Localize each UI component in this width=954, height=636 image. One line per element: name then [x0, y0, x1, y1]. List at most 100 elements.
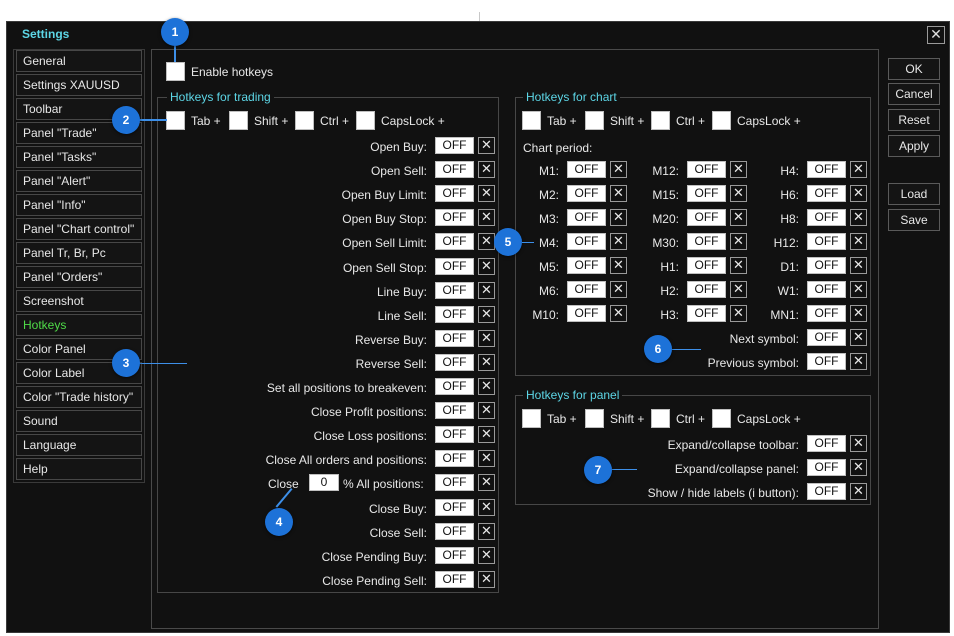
chart-period-h2-clear-button[interactable]: ✕: [730, 281, 747, 298]
reset-button[interactable]: Reset: [888, 109, 940, 131]
sidebar-item-sound[interactable]: Sound: [16, 410, 142, 432]
sidebar-item-screenshot[interactable]: Screenshot: [16, 290, 142, 312]
next-symbol-clear-button[interactable]: ✕: [850, 329, 867, 346]
enable-hotkeys-checkbox[interactable]: [166, 62, 185, 81]
chart-period-mn1-clear-button[interactable]: ✕: [850, 305, 867, 322]
chart-period-h8-off-value[interactable]: OFF: [807, 209, 846, 226]
panel-row-1-clear-button[interactable]: ✕: [850, 459, 867, 476]
previous-symbol-clear-button[interactable]: ✕: [850, 353, 867, 370]
sidebar-item-settings-xauusd[interactable]: Settings XAUUSD: [16, 74, 142, 96]
panel-mod-shift-checkbox[interactable]: [585, 409, 604, 428]
sidebar-item-language[interactable]: Language: [16, 434, 142, 456]
trading-row-8-clear-button[interactable]: ✕: [478, 330, 495, 347]
chart-period-d1-clear-button[interactable]: ✕: [850, 257, 867, 274]
trading-row-10-clear-button[interactable]: ✕: [478, 378, 495, 395]
chart-period-h2-off-value[interactable]: OFF: [687, 281, 726, 298]
trading-row-18-clear-button[interactable]: ✕: [478, 571, 495, 588]
chart-period-h4-off-value[interactable]: OFF: [807, 161, 846, 178]
panel-mod-tab-checkbox[interactable]: [522, 409, 541, 428]
chart-mod-capslock-checkbox[interactable]: [712, 111, 731, 130]
trading-row-13-clear-button[interactable]: ✕: [478, 450, 495, 467]
chart-period-m10-clear-button[interactable]: ✕: [610, 305, 627, 322]
trading-row-11-clear-button[interactable]: ✕: [478, 402, 495, 419]
trading-mod-tab-checkbox[interactable]: [166, 111, 185, 130]
chart-period-h6-clear-button[interactable]: ✕: [850, 185, 867, 202]
chart-period-m30-clear-button[interactable]: ✕: [730, 233, 747, 250]
chart-mod-shift-checkbox[interactable]: [585, 111, 604, 130]
trading-row-17-off-value[interactable]: OFF: [435, 547, 474, 564]
trading-row-12-clear-button[interactable]: ✕: [478, 426, 495, 443]
trading-row-0-off-value[interactable]: OFF: [435, 137, 474, 154]
chart-period-m4-off-value[interactable]: OFF: [567, 233, 606, 250]
chart-period-m3-off-value[interactable]: OFF: [567, 209, 606, 226]
trading-row-11-off-value[interactable]: OFF: [435, 402, 474, 419]
chart-period-m4-clear-button[interactable]: ✕: [610, 233, 627, 250]
trading-row-17-clear-button[interactable]: ✕: [478, 547, 495, 564]
sidebar-item-panel-tasks[interactable]: Panel "Tasks": [16, 146, 142, 168]
close-window-button[interactable]: ✕: [927, 26, 945, 44]
chart-period-m20-off-value[interactable]: OFF: [687, 209, 726, 226]
trading-row-14-off-value[interactable]: OFF: [435, 474, 474, 491]
chart-period-h3-clear-button[interactable]: ✕: [730, 305, 747, 322]
load-button[interactable]: Load: [888, 183, 940, 205]
chart-period-m1-off-value[interactable]: OFF: [567, 161, 606, 178]
save-button[interactable]: Save: [888, 209, 940, 231]
chart-period-h12-off-value[interactable]: OFF: [807, 233, 846, 250]
trading-row-14-clear-button[interactable]: ✕: [478, 474, 495, 491]
sidebar-item-color-trade-history[interactable]: Color "Trade history": [16, 386, 142, 408]
trading-row-8-off-value[interactable]: OFF: [435, 330, 474, 347]
chart-period-mn1-off-value[interactable]: OFF: [807, 305, 846, 322]
chart-period-m30-off-value[interactable]: OFF: [687, 233, 726, 250]
trading-row-2-off-value[interactable]: OFF: [435, 185, 474, 202]
next-symbol-off-value[interactable]: OFF: [807, 329, 846, 346]
sidebar-item-panel-chart-control[interactable]: Panel "Chart control": [16, 218, 142, 240]
panel-row-0-clear-button[interactable]: ✕: [850, 435, 867, 452]
previous-symbol-off-value[interactable]: OFF: [807, 353, 846, 370]
chart-period-h1-off-value[interactable]: OFF: [687, 257, 726, 274]
chart-period-m6-off-value[interactable]: OFF: [567, 281, 606, 298]
trading-row-7-off-value[interactable]: OFF: [435, 306, 474, 323]
chart-period-m15-off-value[interactable]: OFF: [687, 185, 726, 202]
chart-period-h1-clear-button[interactable]: ✕: [730, 257, 747, 274]
trading-row-9-off-value[interactable]: OFF: [435, 354, 474, 371]
trading-row-13-off-value[interactable]: OFF: [435, 450, 474, 467]
chart-period-m1-clear-button[interactable]: ✕: [610, 161, 627, 178]
cancel-button[interactable]: Cancel: [888, 83, 940, 105]
chart-period-w1-clear-button[interactable]: ✕: [850, 281, 867, 298]
trading-row-15-clear-button[interactable]: ✕: [478, 499, 495, 516]
trading-row-9-clear-button[interactable]: ✕: [478, 354, 495, 371]
chart-period-w1-off-value[interactable]: OFF: [807, 281, 846, 298]
sidebar-item-panel-info[interactable]: Panel "Info": [16, 194, 142, 216]
chart-period-h8-clear-button[interactable]: ✕: [850, 209, 867, 226]
trading-row-5-off-value[interactable]: OFF: [435, 258, 474, 275]
ok-button[interactable]: OK: [888, 58, 940, 80]
trading-row-2-clear-button[interactable]: ✕: [478, 185, 495, 202]
chart-period-h4-clear-button[interactable]: ✕: [850, 161, 867, 178]
chart-period-h3-off-value[interactable]: OFF: [687, 305, 726, 322]
chart-period-m10-off-value[interactable]: OFF: [567, 305, 606, 322]
panel-row-1-off-value[interactable]: OFF: [807, 459, 846, 476]
chart-period-m20-clear-button[interactable]: ✕: [730, 209, 747, 226]
sidebar-item-hotkeys[interactable]: Hotkeys: [16, 314, 142, 336]
chart-period-h6-off-value[interactable]: OFF: [807, 185, 846, 202]
sidebar-item-general[interactable]: General: [16, 50, 142, 72]
chart-period-h12-clear-button[interactable]: ✕: [850, 233, 867, 250]
trading-row-16-clear-button[interactable]: ✕: [478, 523, 495, 540]
apply-button[interactable]: Apply: [888, 135, 940, 157]
close-percent-input[interactable]: 0: [309, 474, 339, 491]
chart-period-m3-clear-button[interactable]: ✕: [610, 209, 627, 226]
trading-row-6-clear-button[interactable]: ✕: [478, 282, 495, 299]
trading-row-3-clear-button[interactable]: ✕: [478, 209, 495, 226]
trading-row-15-off-value[interactable]: OFF: [435, 499, 474, 516]
trading-row-10-off-value[interactable]: OFF: [435, 378, 474, 395]
chart-mod-tab-checkbox[interactable]: [522, 111, 541, 130]
panel-mod-ctrl-checkbox[interactable]: [651, 409, 670, 428]
sidebar-item-help[interactable]: Help: [16, 458, 142, 480]
trading-row-3-off-value[interactable]: OFF: [435, 209, 474, 226]
trading-mod-ctrl-checkbox[interactable]: [295, 111, 314, 130]
sidebar-item-panel-tr-br-pc[interactable]: Panel Tr, Br, Pc: [16, 242, 142, 264]
panel-row-0-off-value[interactable]: OFF: [807, 435, 846, 452]
panel-row-2-clear-button[interactable]: ✕: [850, 483, 867, 500]
trading-row-5-clear-button[interactable]: ✕: [478, 258, 495, 275]
chart-period-d1-off-value[interactable]: OFF: [807, 257, 846, 274]
